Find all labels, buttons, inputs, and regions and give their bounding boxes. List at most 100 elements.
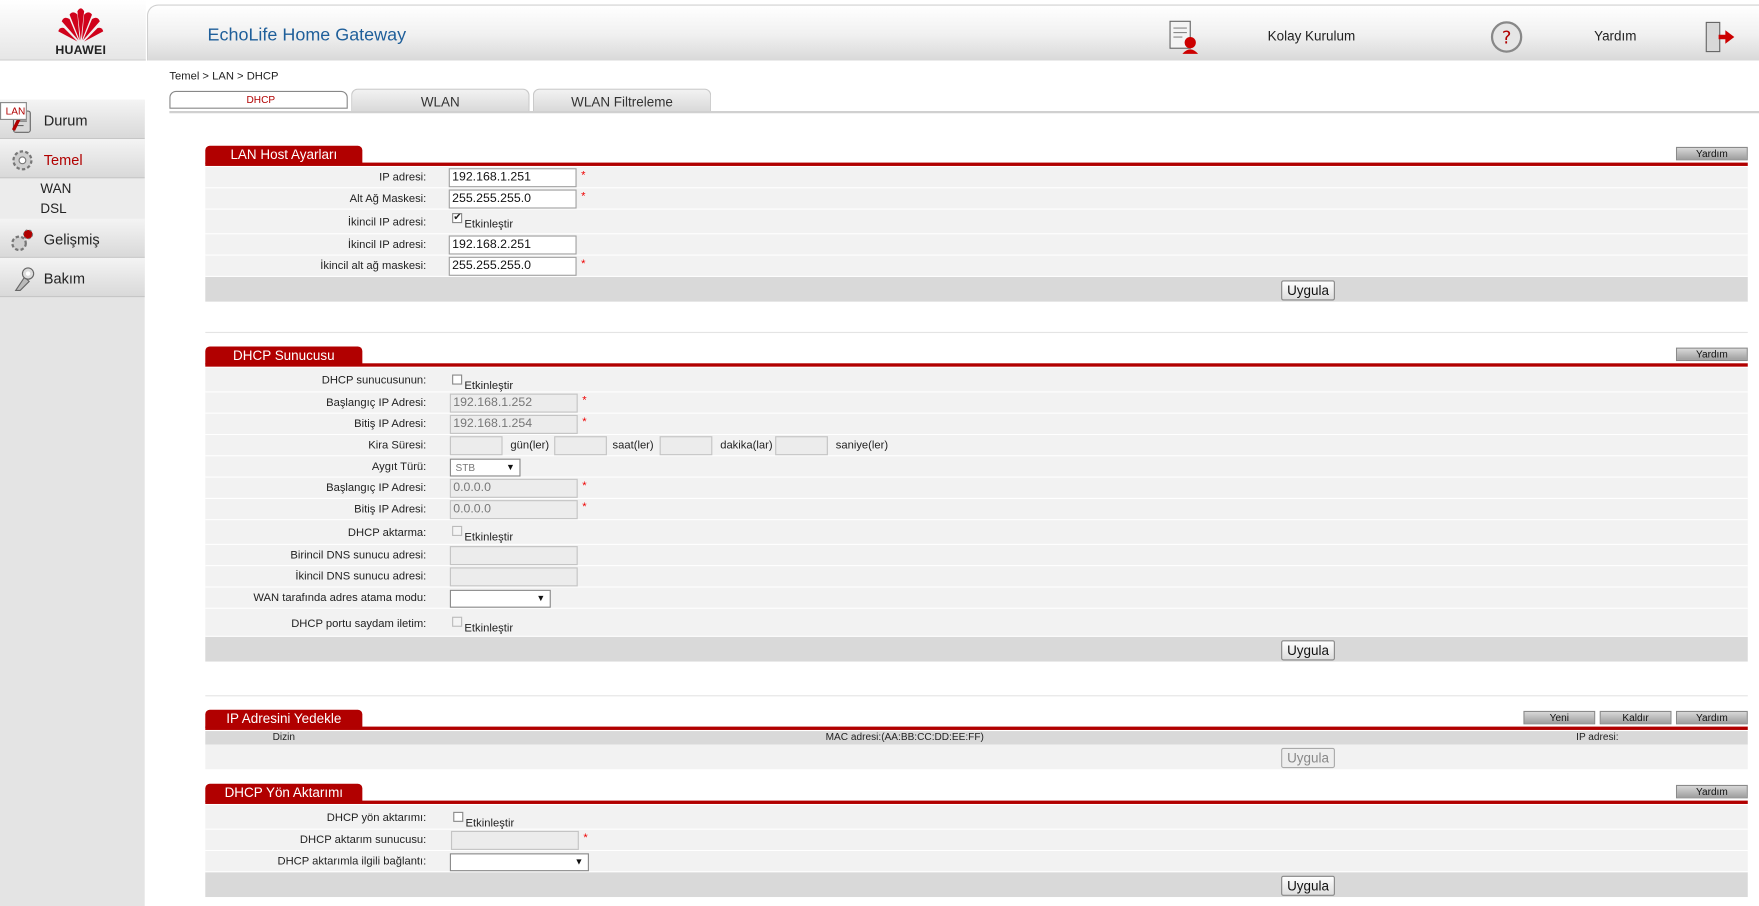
lease-days-input[interactable] — [449, 436, 503, 456]
unit-label: saniye(ler) — [835, 439, 889, 452]
secondary-ip-input[interactable]: 192.168.2.251 — [448, 235, 577, 255]
select-value: STB — [455, 461, 476, 474]
relay-server-input[interactable] — [450, 830, 579, 850]
tab-wlan-filter[interactable]: WLAN Filtreleme — [532, 88, 712, 113]
easy-setup-link[interactable]: Kolay Kurulum — [1268, 28, 1356, 44]
maintenance-icon — [14, 267, 35, 291]
dhcp-server-panel: DHCP Sunucusu Yardım DHCP sunucusunun: E… — [205, 346, 1748, 668]
gear-icon — [12, 150, 33, 171]
tab-underline — [169, 111, 1759, 114]
sidebar-sub-wan[interactable]: WAN — [0, 178, 145, 199]
field-label: Başlangıç IP Adresi: — [326, 396, 427, 410]
help-button[interactable]: Yardım — [1675, 784, 1748, 799]
end-ip-input[interactable]: 192.168.1.254 — [449, 414, 578, 434]
form-row: Alt Ağ Maskesi: 255.255.255.0 * — [205, 188, 1748, 210]
tab-wlan[interactable]: WLAN — [351, 88, 530, 113]
sidebar-item-gelismis[interactable]: Gelişmiş — [0, 218, 145, 258]
apply-button[interactable]: Uygula — [1281, 280, 1335, 301]
field-label: Başlangıç IP Adresi: — [326, 482, 427, 495]
relay-connection-select[interactable]: ▼ — [449, 853, 589, 872]
help-button[interactable]: Yardım — [1675, 710, 1748, 725]
sidebar-item-label: Bakım — [43, 270, 86, 288]
form-row: DHCP sunucusunun: Etkinleştir — [205, 367, 1748, 393]
apply-button[interactable]: Uygula — [1281, 747, 1335, 769]
section-title: IP Adresini Yedekle — [205, 709, 363, 728]
field-label: İkincil IP adresi: — [347, 216, 427, 229]
required-mark: * — [581, 257, 586, 271]
subnet-mask-input[interactable]: 255.255.255.0 — [448, 189, 577, 209]
unit-label: dakika(lar) — [720, 439, 773, 452]
dropdown-arrow-icon: ▼ — [574, 856, 584, 867]
top-header: EchoLife Home Gateway Kolay Kurulum ? Ya… — [146, 4, 1759, 61]
form-row: Bitiş IP Adresi: 192.168.1.254 * — [205, 413, 1748, 436]
form-row: IP adresi: 192.168.1.251 * — [205, 167, 1748, 189]
logout-icon[interactable] — [1703, 19, 1737, 55]
field-label: Alt Ağ Maskesi: — [349, 192, 427, 206]
column-header: MAC adresi:(AA:BB:CC:DD:EE:FF) — [825, 731, 984, 743]
form-row: İkincil DNS sunucu adresi: — [205, 566, 1748, 588]
ip-address-input[interactable]: 192.168.1.251 — [448, 168, 577, 188]
device-end-ip-input[interactable]: 0.0.0.0 — [449, 500, 578, 520]
field-label: Birincil DNS sunucu adresi: — [290, 549, 427, 562]
form-row: İkincil IP adresi: Etkinleştir — [205, 209, 1748, 235]
field-label: DHCP portu saydam iletim: — [291, 617, 427, 631]
start-ip-input[interactable]: 192.168.1.252 — [449, 393, 578, 413]
field-label: Bitiş IP Adresi: — [354, 418, 427, 431]
dhcp-port-transparent-checkbox[interactable] — [452, 616, 463, 627]
field-label: WAN tarafında adres atama modu: — [253, 592, 427, 605]
help-link[interactable]: Yardım — [1594, 28, 1636, 44]
form-row: Birincil DNS sunucu adresi: — [205, 544, 1748, 567]
field-label: İkincil alt ağ maskesi: — [320, 260, 427, 273]
remove-button[interactable]: Kaldır — [1599, 710, 1672, 725]
field-label: Aygıt Türü: — [371, 460, 427, 474]
dhcp-relay-enable-checkbox[interactable] — [453, 811, 464, 822]
lease-seconds-input[interactable] — [775, 436, 828, 456]
tab-dhcp[interactable]: DHCP — [169, 90, 348, 109]
apply-bar: Uygula — [205, 636, 1748, 662]
form-row: Başlangıç IP Adresi: 192.168.1.252 * — [205, 392, 1748, 414]
device-start-ip-input[interactable]: 0.0.0.0 — [449, 478, 578, 498]
apply-button[interactable]: Uygula — [1281, 640, 1335, 661]
dhcp-relay-checkbox[interactable] — [452, 525, 463, 536]
table-header: Dizin MAC adresi:(AA:BB:CC:DD:EE:FF) IP … — [205, 731, 1748, 745]
page-title: EchoLife Home Gateway — [207, 25, 407, 45]
easy-setup-icon[interactable] — [1167, 19, 1201, 55]
logo-text: HUAWEI — [55, 43, 107, 58]
required-mark: * — [581, 190, 586, 203]
sidebar-item-bakim[interactable]: Bakım — [0, 257, 145, 298]
column-header: Dizin — [272, 731, 296, 743]
apply-button[interactable]: Uygula — [1281, 875, 1335, 896]
sidebar-sub-lan[interactable]: LAN — [0, 102, 27, 120]
form-row: İkincil IP adresi: 192.168.2.251 — [205, 234, 1748, 256]
sidebar-item-label: Temel — [43, 151, 83, 169]
enable-label: Etkinleştir — [464, 531, 514, 544]
secondary-ip-checkbox[interactable] — [452, 211, 463, 224]
field-label: Bitiş IP Adresi: — [354, 503, 427, 516]
field-label: DHCP aktarımla ilgili bağlantı: — [277, 855, 427, 868]
lease-hours-input[interactable] — [554, 436, 607, 456]
field-label: DHCP sunucusunun: — [321, 374, 427, 387]
help-icon[interactable]: ? — [1490, 19, 1524, 55]
lease-minutes-input[interactable] — [659, 436, 713, 456]
form-row: WAN tarafında adres atama modu: ▼ — [205, 587, 1748, 609]
help-button[interactable]: Yardım — [1675, 347, 1748, 362]
new-button[interactable]: Yeni — [1523, 710, 1596, 725]
required-mark: * — [582, 415, 587, 429]
huawei-logo: HUAWEI — [0, 0, 146, 61]
form-row: DHCP yön aktarımı: Etkinleştir — [205, 805, 1748, 830]
sidebar-item-temel[interactable]: Temel — [0, 139, 145, 179]
secondary-mask-input[interactable]: 255.255.255.0 — [448, 256, 577, 276]
required-mark: * — [582, 394, 587, 408]
secondary-dns-input[interactable] — [449, 567, 578, 587]
device-type-select[interactable]: STB ▼ — [449, 458, 521, 477]
primary-dns-input[interactable] — [449, 546, 578, 566]
divider — [205, 331, 1748, 334]
section-rule — [205, 726, 1748, 730]
dhcp-server-checkbox[interactable] — [452, 374, 463, 385]
sidebar: Durum Temel WAN LAN DSL Gelişmiş Bakım — [0, 99, 145, 906]
sidebar-sub-dsl[interactable]: DSL — [0, 198, 145, 219]
help-button[interactable]: Yardım — [1675, 146, 1748, 161]
form-row: DHCP portu saydam iletim: Etkinleştir — [205, 608, 1748, 637]
wan-assign-mode-select[interactable]: ▼ — [449, 589, 551, 608]
form-row: İkincil alt ağ maskesi: 255.255.255.0 * — [205, 255, 1748, 277]
